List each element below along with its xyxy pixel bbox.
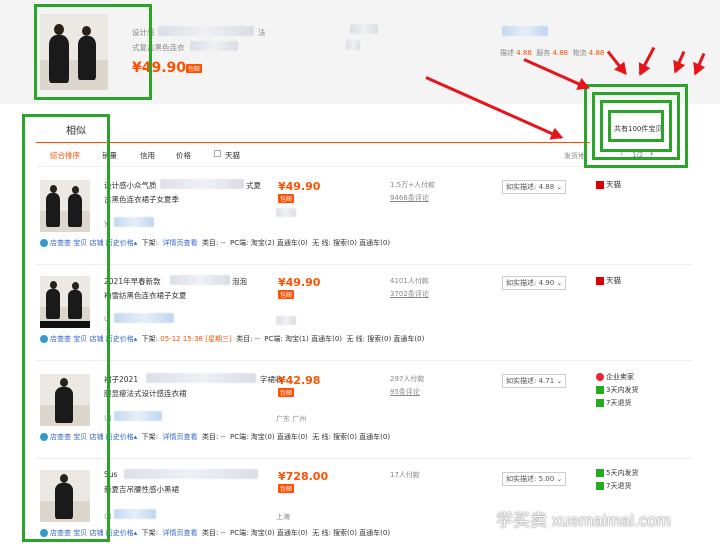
watermark: 学买卖 xuemaimai.com (496, 511, 671, 530)
shop-badge: 天猫 (596, 275, 621, 286)
buyer-count: 17人付款 (390, 471, 420, 479)
tmall-checkbox[interactable] (214, 150, 221, 157)
link-detail-page[interactable]: 详情页查看 (162, 433, 197, 441)
product-title[interactable]: 设计感小众气质 (104, 180, 157, 191)
link-detail-page[interactable]: 详情页查看 (162, 239, 197, 247)
product-title-line2[interactable]: 新夏吉吊腰性感小黑裙 (104, 484, 179, 495)
product-title-line2[interactable]: 古黑色连衣裙子女夏季 (104, 194, 179, 205)
buyer-count: 1.5万+人付款 (390, 181, 435, 189)
review-count[interactable]: 95条评论 (390, 387, 420, 397)
location: 上海 (276, 513, 290, 521)
product-price: ¥49.90 (278, 276, 321, 289)
product-price: ¥42.98 (278, 374, 321, 387)
buyer-count: 297人付款 (390, 375, 425, 383)
mobile-traffic: 无 线: 搜索(0) 直通车(0) (346, 335, 425, 343)
delist-label: 下架 (141, 335, 156, 343)
match-score-select[interactable]: 如实描述: 4.90 ⌄ (502, 276, 567, 290)
ship-icon (596, 386, 604, 394)
pc-traffic: PC端: 淘宝(2) 直通车(0) (230, 239, 308, 247)
match-score-select[interactable]: 如实描述: 4.88 ⌄ (502, 180, 567, 194)
category-label: 类目 (236, 335, 251, 343)
top-title-suffix: 法 (258, 28, 266, 37)
return-badge: 7天退货 (596, 398, 631, 408)
product-title-tail: 泡泡 (232, 277, 247, 286)
delist-label: 下架 (141, 433, 156, 441)
product-title[interactable]: 2021年早春新款 (104, 276, 161, 287)
ship-from-label[interactable]: 发货地 (564, 151, 585, 161)
shop-badge: 企业卖家 (596, 372, 634, 382)
mobile-traffic: 无 线: 搜索(0) 直通车(0) (312, 529, 391, 537)
delist-label: 下架 (141, 529, 156, 537)
top-ratings: 描述 4.88 服务 4.88 物流 4.88 (500, 49, 605, 57)
free-shipping-badge: 包邮 (278, 290, 295, 299)
highlight-image-column (22, 114, 110, 542)
product-title-line2[interactable]: 腰显瘦法式设计感连衣裙 (104, 388, 187, 399)
category-label: 类目 (201, 239, 216, 247)
pc-traffic: PC端: 淘宝(1) 直通车(0) (264, 335, 342, 343)
review-count[interactable]: 3702条评论 (390, 289, 429, 299)
ship-badge: 3天内发货 (596, 385, 638, 395)
product-title-line2[interactable]: 袖雪纺黑色连衣裙子女夏 (104, 290, 187, 301)
shop-badge: 天猫 (596, 179, 621, 190)
highlight-total-core (608, 110, 664, 142)
ship-badge: 5天内发货 (596, 468, 638, 478)
return-badge: 7天退货 (596, 481, 631, 491)
product-title-tail: 式夏 (246, 181, 261, 190)
highlight-top-product (34, 4, 152, 100)
product-price: ¥49.90 (278, 180, 321, 193)
pc-traffic: PC端: 淘宝(0) 直通车(0) (230, 529, 308, 537)
location: 广东 广州 (276, 415, 307, 423)
link-detail-page[interactable]: 详情页查看 (162, 529, 197, 537)
shelf-time: 05-12 15:38 [星期三] (160, 335, 232, 343)
tabs-underline (36, 142, 590, 143)
free-shipping-badge: 包邮 (278, 388, 295, 397)
tmall-filter-label: 天猫 (225, 151, 240, 160)
sort-tab-credit[interactable]: 信用 (140, 150, 155, 161)
delist-label: 下架 (141, 239, 156, 247)
match-score-select[interactable]: 如实描述: 5.00 ⌄ (502, 472, 567, 486)
category-label: 类目 (201, 529, 216, 537)
category-label: 类目 (201, 433, 216, 441)
tmall-icon (596, 277, 604, 285)
sort-tab-price[interactable]: 价格 (176, 150, 191, 161)
free-shipping-badge: 包邮 (278, 484, 295, 493)
match-score-select[interactable]: 如实描述: 4.71 ⌄ (502, 374, 567, 388)
buyer-count: 4101人付款 (390, 277, 429, 285)
review-count[interactable]: 9466条评论 (390, 193, 429, 203)
mobile-traffic: 无 线: 搜索(0) 直通车(0) (312, 433, 391, 441)
return-icon (596, 399, 604, 407)
product-price: ¥728.00 (278, 470, 329, 483)
mobile-traffic: 无 线: 搜索(0) 直通车(0) (312, 239, 391, 247)
pc-traffic: PC端: 淘宝(0) 直通车(0) (230, 433, 308, 441)
free-shipping-badge: 包邮 (278, 194, 295, 203)
top-free-shipping-badge: 包邮 (186, 64, 203, 73)
ship-icon (596, 469, 604, 477)
tmall-icon (596, 181, 604, 189)
enterprise-icon (596, 373, 604, 381)
return-icon (596, 482, 604, 490)
